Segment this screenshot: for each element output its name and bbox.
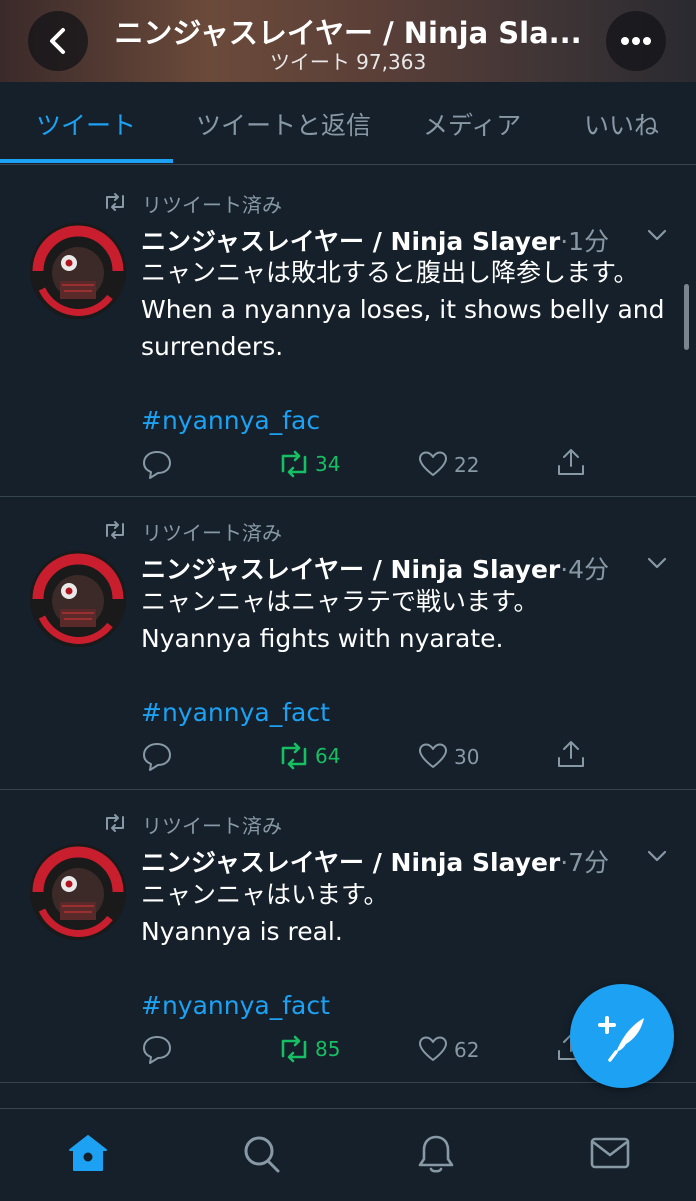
active-tab-indicator: [0, 159, 173, 163]
bottom-nav: [0, 1108, 696, 1201]
nav-messages[interactable]: [588, 1133, 632, 1177]
chevron-left-icon: [50, 28, 65, 54]
retweet-icon: [281, 1035, 307, 1063]
tweet-text: ニャンニャは敗北すると腹出し降参します。 When a nyannya lose…: [141, 254, 671, 439]
tweet-text-en: Nyannya is real.: [141, 917, 343, 946]
tweet-menu-button[interactable]: [646, 847, 668, 869]
chevron-down-icon: [647, 557, 667, 569]
chevron-down-icon: [647, 229, 667, 241]
tweet-text-en: When a nyannya loses, it shows belly and…: [141, 295, 665, 361]
heart-icon: [419, 743, 447, 768]
tweet-author-line: ニンジャスレイヤー / Ninja Slayer·4分: [141, 550, 609, 586]
share-icon: [558, 741, 584, 767]
retweet-icon: [106, 521, 124, 539]
tweet-author[interactable]: ニンジャスレイヤー / Ninja Slayer: [141, 227, 560, 256]
retweet-icon: [281, 450, 307, 478]
tweet-author-line: ニンジャスレイヤー / Ninja Slayer·7分: [141, 843, 609, 879]
retweet-count: 85: [315, 1037, 341, 1061]
tweet-time: ·4分: [560, 555, 610, 584]
tweet-time: ·1分: [560, 227, 610, 256]
tweet-menu-button[interactable]: [646, 554, 668, 576]
tweet-text-en: Nyannya fights with nyarate.: [141, 624, 504, 653]
tab-tweets-and-replies[interactable]: ツイートと返信: [196, 106, 371, 142]
bell-icon: [418, 1135, 454, 1173]
reply-icon: [143, 743, 171, 771]
home-icon: [69, 1135, 107, 1171]
mail-icon: [590, 1137, 630, 1169]
tweet-author[interactable]: ニンジャスレイヤー / Ninja Slayer: [141, 848, 560, 877]
retweet-icon: [106, 193, 124, 211]
heart-icon: [419, 1036, 447, 1061]
reply-icon: [143, 451, 171, 479]
chevron-down-icon: [647, 850, 667, 862]
profile-tabs: ツイート ツイートと返信 メディア いいね: [0, 82, 696, 165]
avatar[interactable]: [30, 551, 126, 647]
tab-likes[interactable]: いいね: [584, 106, 659, 142]
tweet-text-jp: ニャンニャは敗北すると腹出し降参します。: [141, 258, 639, 287]
nav-home[interactable]: [66, 1133, 110, 1177]
tweet-author-line: ニンジャスレイヤー / Ninja Slayer·1分: [141, 222, 609, 258]
compose-tweet-icon: [598, 1016, 644, 1062]
tweet-text-jp: ニャンニャはいます。: [141, 880, 389, 909]
more-button[interactable]: [606, 11, 666, 71]
hashtag-link[interactable]: #nyannya_fact: [141, 694, 671, 731]
tweet-count: ツイート 97,363: [269, 50, 427, 74]
tweet-time: ·7分: [560, 848, 610, 877]
retweeted-label: リツイート済み: [142, 193, 282, 217]
tweet-blank-line: [141, 950, 671, 987]
tab-tweets[interactable]: ツイート: [36, 106, 136, 142]
tweet-author[interactable]: ニンジャスレイヤー / Ninja Slayer: [141, 555, 560, 584]
retweet-count: 34: [315, 452, 341, 476]
retweeted-label: リツイート済み: [142, 521, 282, 545]
share-icon: [558, 449, 584, 475]
retweeted-label: リツイート済み: [142, 814, 282, 838]
retweet-icon: [106, 814, 124, 832]
retweet-count: 64: [315, 744, 341, 768]
nav-notifications[interactable]: [414, 1133, 458, 1179]
avatar[interactable]: [30, 223, 126, 319]
tab-media[interactable]: メディア: [423, 106, 521, 142]
more-dots-icon: [621, 37, 651, 45]
tweet-menu-button[interactable]: [646, 226, 668, 248]
nav-search[interactable]: [240, 1133, 284, 1177]
scrollbar[interactable]: [684, 284, 689, 350]
avatar[interactable]: [30, 844, 126, 940]
tweet-text-jp: ニャンニャはニャラテで戦います。: [141, 587, 539, 616]
search-icon: [244, 1136, 280, 1173]
divider: [0, 496, 696, 497]
compose-tweet-button[interactable]: [570, 984, 674, 1088]
tweet-blank-line: [141, 365, 671, 402]
heart-icon: [419, 451, 447, 476]
profile-header: ニンジャスレイヤー / Ninja Sla... ツイート 97,363: [0, 0, 696, 82]
tweet-blank-line: [141, 657, 671, 694]
back-button[interactable]: [28, 11, 88, 71]
like-count: 62: [454, 1038, 480, 1062]
like-count: 22: [454, 453, 480, 477]
retweet-icon: [281, 742, 307, 770]
tweet-text: ニャンニャはニャラテで戦います。 Nyannya fights with nya…: [141, 583, 671, 731]
like-count: 30: [454, 745, 480, 769]
reply-icon: [143, 1036, 171, 1064]
divider: [0, 789, 696, 790]
hashtag-link[interactable]: #nyannya_fac: [141, 402, 671, 439]
